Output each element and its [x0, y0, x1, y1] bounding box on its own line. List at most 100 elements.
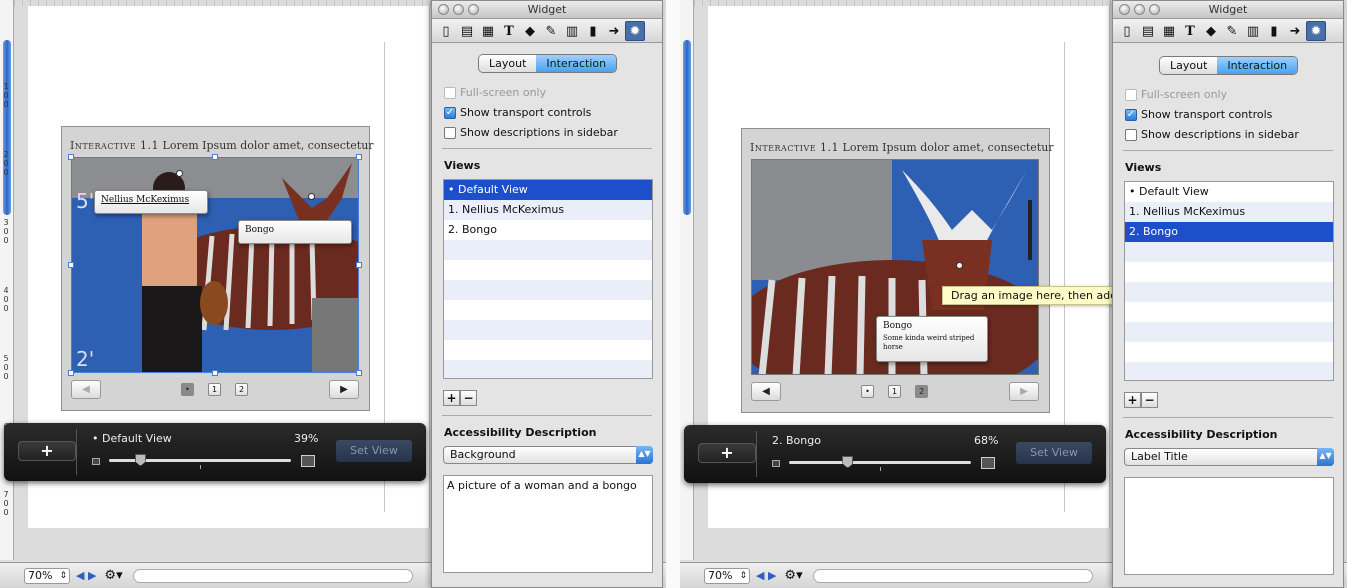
text-box-icon[interactable]: ▦	[478, 21, 498, 41]
zoom-slider-knob[interactable]	[842, 456, 854, 468]
shapes-icon[interactable]: ◆	[1201, 21, 1221, 41]
interactive-widget[interactable]: Interactive 1.1 Lorem Ipsum dolor amet, …	[741, 128, 1054, 413]
transport-controls-checkbox[interactable]: ✓ Show transport controls	[444, 106, 591, 119]
descriptions-sidebar-checkbox[interactable]: Show descriptions in sidebar	[1125, 128, 1299, 141]
text-icon[interactable]: T	[1180, 21, 1200, 41]
horizontal-scrollbar[interactable]	[132, 568, 413, 583]
resize-handle[interactable]	[68, 262, 74, 268]
zoom-slider-track[interactable]	[789, 461, 971, 464]
gear-icon[interactable]: ⚙▾	[104, 568, 122, 583]
widget-title: Interactive 1.1 Lorem Ipsum dolor amet, …	[70, 139, 374, 152]
add-view-button[interactable]: +	[18, 441, 76, 461]
callout-nellius[interactable]: Nellius McKeximus	[94, 190, 208, 214]
resize-handle[interactable]	[68, 370, 74, 376]
resize-handle[interactable]	[212, 154, 218, 160]
remove-view-button[interactable]: −	[1141, 392, 1158, 408]
set-view-button[interactable]: Set View	[1016, 442, 1092, 464]
ruler-icon[interactable]: ✎	[1222, 21, 1242, 41]
layout-icon[interactable]: ▤	[1138, 21, 1158, 41]
remove-view-button[interactable]: −	[460, 390, 477, 406]
callout-bongo[interactable]: Bongo	[238, 220, 352, 244]
accessibility-popup[interactable]: Background ▲▼	[443, 446, 653, 464]
views-list[interactable]: • Default View 1. Nellius McKeximus 2. B…	[443, 179, 653, 379]
fullscreen-checkbox[interactable]: Full-screen only	[444, 86, 546, 99]
transport-controls-checkbox[interactable]: ✓ Show transport controls	[1125, 108, 1272, 121]
text-box-icon[interactable]: ▦	[1159, 21, 1179, 41]
minimize-icon[interactable]	[1134, 4, 1145, 15]
vertical-scroll-thumb[interactable]	[683, 40, 691, 215]
tab-interaction[interactable]: Interaction	[1217, 57, 1298, 74]
document-icon[interactable]: ▯	[436, 21, 456, 41]
resize-handle[interactable]	[356, 154, 362, 160]
tab-interaction[interactable]: Interaction	[536, 55, 617, 72]
shapes-icon[interactable]: ◆	[520, 21, 540, 41]
next-button[interactable]: ▶	[329, 380, 359, 399]
link-icon[interactable]: ➜	[1285, 21, 1305, 41]
resize-handle[interactable]	[356, 370, 362, 376]
resize-handle[interactable]	[68, 154, 74, 160]
resize-handle[interactable]	[356, 262, 362, 268]
previous-button[interactable]: ◀	[751, 382, 781, 401]
accessibility-textarea[interactable]: A picture of a woman and a bongo	[443, 475, 653, 573]
zoom-select[interactable]: 70%	[704, 567, 750, 584]
horizontal-scrollbar[interactable]	[812, 568, 1093, 583]
zoom-icon[interactable]	[468, 4, 479, 15]
page-2[interactable]: 2	[235, 383, 248, 396]
add-view-button[interactable]: +	[698, 443, 756, 463]
next-button[interactable]: ▶	[1009, 382, 1039, 401]
page-1[interactable]: 1	[888, 385, 901, 398]
page-nav-icon[interactable]: ◀ ▶	[756, 569, 776, 582]
add-view-small-button[interactable]: +	[1124, 392, 1141, 408]
vertical-scroll-thumb[interactable]	[3, 40, 11, 215]
callout-anchor[interactable]	[176, 170, 183, 177]
callout-bongo[interactable]: Bongo Some kinda weird striped horse	[876, 316, 988, 362]
descriptions-sidebar-checkbox[interactable]: Show descriptions in sidebar	[444, 126, 618, 139]
widget-icon[interactable]: ✹	[625, 20, 645, 41]
views-list[interactable]: • Default View 1. Nellius McKeximus 2. B…	[1124, 181, 1334, 381]
previous-button[interactable]: ◀	[71, 380, 101, 399]
chart-icon[interactable]: ▮	[583, 21, 603, 41]
divider	[442, 415, 652, 416]
table-icon[interactable]: ▥	[562, 21, 582, 41]
ruler-icon[interactable]: ✎	[541, 21, 561, 41]
document-icon[interactable]: ▯	[1117, 21, 1137, 41]
zoom-select[interactable]: 70%	[24, 567, 70, 584]
page-nav-icon[interactable]: ◀ ▶	[76, 569, 96, 582]
accessibility-textarea[interactable]	[1124, 477, 1334, 575]
minimize-icon[interactable]	[453, 4, 464, 15]
close-icon[interactable]	[1119, 4, 1130, 15]
fullscreen-checkbox[interactable]: Full-screen only	[1125, 88, 1227, 101]
current-view-name: 2. Bongo	[772, 434, 821, 447]
set-view-button[interactable]: Set View	[336, 440, 412, 462]
page-dot-default[interactable]: •	[181, 383, 194, 396]
callout-anchor[interactable]	[308, 193, 315, 200]
tab-layout[interactable]: Layout	[479, 55, 537, 72]
page-dot-default[interactable]: •	[861, 385, 874, 398]
inspector-tabs: Layout Interaction	[478, 54, 618, 73]
widget-icon[interactable]: ✹	[1306, 20, 1326, 41]
page-1[interactable]: 1	[208, 383, 221, 396]
zoom-icon[interactable]	[1149, 4, 1160, 15]
view-item-bongo[interactable]: 2. Bongo	[1125, 222, 1333, 242]
interactive-widget[interactable]: Interactive 1.1 Lorem Ipsum dolor amet, …	[61, 126, 374, 411]
hud-divider	[76, 429, 77, 475]
add-view-small-button[interactable]: +	[443, 390, 460, 406]
gear-icon[interactable]: ⚙▾	[784, 568, 802, 583]
table-icon[interactable]: ▥	[1243, 21, 1263, 41]
text-icon[interactable]: T	[499, 21, 519, 41]
view-item-nellius[interactable]: 1. Nellius McKeximus	[444, 200, 652, 220]
view-item-default[interactable]: • Default View	[1125, 182, 1333, 202]
view-item-bongo[interactable]: 2. Bongo	[444, 220, 652, 240]
close-icon[interactable]	[438, 4, 449, 15]
link-icon[interactable]: ➜	[604, 21, 624, 41]
resize-handle[interactable]	[212, 370, 218, 376]
tab-layout[interactable]: Layout	[1160, 57, 1218, 74]
page-2[interactable]: 2	[915, 385, 928, 398]
view-item-nellius[interactable]: 1. Nellius McKeximus	[1125, 202, 1333, 222]
layout-icon[interactable]: ▤	[457, 21, 477, 41]
zoom-slider-knob[interactable]	[134, 454, 146, 466]
chart-icon[interactable]: ▮	[1264, 21, 1284, 41]
accessibility-popup[interactable]: Label Title ▲▼	[1124, 448, 1334, 466]
view-item-default[interactable]: • Default View	[444, 180, 652, 200]
callout-anchor[interactable]	[956, 262, 963, 269]
